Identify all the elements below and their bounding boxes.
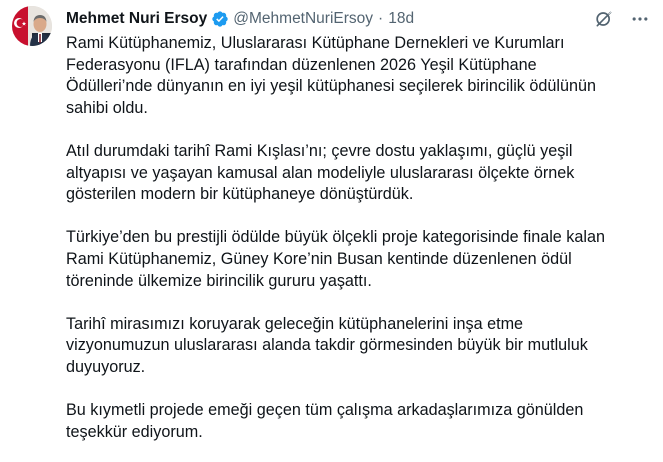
tweet: Mehmet Nuri Ersoy @MehmetNuriErsoy · 18d [0, 0, 663, 462]
verified-badge-icon [211, 10, 229, 28]
post-paragraph-3: Türkiye’den bu prestijli ödülde büyük öl… [66, 227, 656, 292]
header-actions [593, 8, 651, 30]
post-line: vizyonumuzun uluslararası alanda takdir … [66, 336, 588, 355]
post-line: Rami Kütüphanemiz, Güney Kore’nin Busan … [66, 249, 572, 268]
grok-icon[interactable] [593, 8, 615, 30]
avatar[interactable] [12, 6, 52, 46]
post-text: Rami Kütüphanemiz, Uluslararası Kütüphan… [66, 33, 656, 443]
more-options-icon[interactable] [629, 8, 651, 30]
post-line: gösterilen modern bir kütüphaneye dönüşt… [66, 185, 414, 204]
post-line: altyapısı ve yaşayan kamusal alan modeli… [66, 163, 575, 182]
post-paragraph-4: Tarihî mirasımızı koruyarak geleceğin kü… [66, 314, 656, 379]
author-handle[interactable]: @MehmetNuriErsoy [233, 9, 373, 29]
tweet-header: Mehmet Nuri Ersoy @MehmetNuriErsoy · 18d [66, 8, 651, 30]
post-line: duyuyoruz. [66, 357, 146, 376]
post-line: Ödülleri’nde dünyanın en iyi yeşil kütüp… [66, 77, 596, 96]
post-timestamp[interactable]: 18d [388, 9, 414, 29]
post-line: Bu kıymetli projede emeği geçen tüm çalı… [66, 401, 584, 420]
post-line: sahibi oldu. [66, 98, 148, 117]
post-paragraph-1: Rami Kütüphanemiz, Uluslararası Kütüphan… [66, 33, 656, 119]
post-line: Federasyonu (IFLA) tarafından düzenlenen… [66, 55, 537, 74]
post-line: teşekkür ediyorum. [66, 422, 203, 441]
author-name[interactable]: Mehmet Nuri Ersoy [66, 9, 207, 29]
post-line: töreninde ülkemize birincilik gururu yaş… [66, 271, 372, 290]
post-paragraph-2: Atıl durumdaki tarihî Rami Kışlası’nı; ç… [66, 141, 656, 206]
post-line: Tarihî mirasımızı koruyarak geleceğin kü… [66, 314, 524, 333]
post-paragraph-5: Bu kıymetli projede emeği geçen tüm çalı… [66, 400, 656, 443]
post-line: Türkiye’den bu prestijli ödülde büyük öl… [66, 228, 605, 247]
header-separator: · [378, 10, 384, 27]
post-line: Rami Kütüphanemiz, Uluslararası Kütüphan… [66, 34, 565, 52]
post-line: Atıl durumdaki tarihî Rami Kışlası’nı; ç… [66, 141, 573, 160]
